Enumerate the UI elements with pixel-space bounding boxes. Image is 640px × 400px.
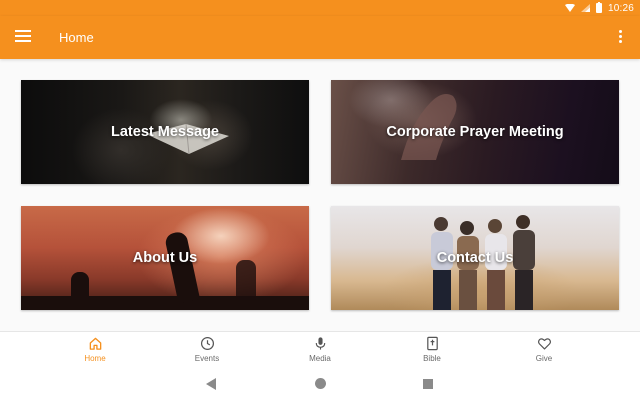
home-icon	[89, 337, 101, 350]
raised-hand-silhouette	[71, 272, 89, 300]
nav-item-media[interactable]: Media	[290, 336, 350, 368]
bible-icon	[426, 336, 438, 351]
card-latest-message[interactable]: Latest Message	[21, 80, 309, 184]
crowd-silhouette	[21, 296, 309, 310]
heart-icon	[537, 338, 551, 350]
nav-item-home[interactable]: Home	[65, 336, 125, 368]
wifi-icon	[564, 4, 575, 12]
card-corporate-prayer-meeting[interactable]: Corporate Prayer Meeting	[331, 80, 619, 184]
card-label: Latest Message	[111, 124, 219, 140]
bottom-navigation: Home Events Media Bible Give	[0, 331, 640, 369]
app-bar: Home	[0, 16, 640, 59]
nav-label-home: Home	[84, 354, 106, 363]
status-bar: 10:26	[0, 0, 640, 16]
battery-icon	[595, 2, 602, 13]
nav-item-give[interactable]: Give	[514, 336, 574, 368]
nav-label-bible: Bible	[423, 354, 441, 363]
card-label: Contact Us	[436, 250, 514, 266]
menu-icon[interactable]	[15, 30, 31, 44]
signal-icon	[580, 4, 590, 12]
system-navigation-bar	[0, 369, 640, 400]
more-options-icon[interactable]	[618, 30, 622, 44]
nav-item-bible[interactable]: Bible	[402, 336, 462, 368]
card-contact-us[interactable]: Contact Us	[331, 206, 619, 310]
card-label: Corporate Prayer Meeting	[386, 124, 564, 140]
back-icon[interactable]	[206, 378, 216, 390]
clock-icon	[200, 336, 214, 351]
nav-label-give: Give	[535, 354, 553, 363]
praying-hands-graphic	[401, 94, 457, 160]
nav-item-events[interactable]: Events	[177, 336, 237, 368]
nav-label-media: Media	[309, 354, 331, 363]
person-silhouette	[236, 260, 256, 300]
nav-label-events: Events	[194, 354, 220, 363]
system-home-icon[interactable]	[315, 378, 326, 389]
recents-icon[interactable]	[423, 379, 433, 389]
card-about-us[interactable]: About Us	[21, 206, 309, 310]
card-label: About Us	[132, 250, 198, 266]
page-title: Home	[59, 30, 94, 45]
status-clock: 10:26	[607, 2, 634, 14]
microphone-icon	[315, 337, 325, 350]
